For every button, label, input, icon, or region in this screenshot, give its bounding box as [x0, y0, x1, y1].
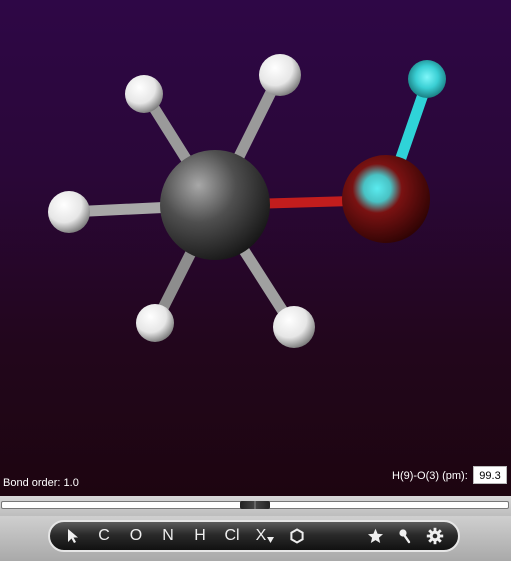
element-more-label: X — [255, 527, 267, 544]
element-button-nitrogen[interactable]: N — [152, 524, 184, 548]
measurement-value-field[interactable]: 99.3 — [473, 466, 507, 484]
atom-hydrogen-bottom-right[interactable] — [273, 306, 315, 348]
caret-down-icon — [267, 537, 275, 543]
element-button-carbon[interactable]: C — [88, 524, 120, 548]
atom-hydrogen-top-left[interactable] — [125, 75, 163, 113]
cursor-arrow-icon[interactable] — [58, 524, 88, 548]
atom-hydrogen-selected[interactable] — [408, 60, 446, 98]
wand-icon[interactable] — [390, 524, 420, 548]
element-button-hydrogen[interactable]: H — [184, 524, 216, 548]
molecule-canvas[interactable] — [0, 0, 511, 496]
atom-hydrogen-top-right[interactable] — [259, 54, 301, 96]
element-button-oxygen[interactable]: O — [120, 524, 152, 548]
atom-hydrogen-bottom-left[interactable] — [136, 304, 174, 342]
toolbar-area: C O N H Cl X — [0, 516, 511, 561]
measurement-slider-bar — [0, 496, 511, 516]
element-button-more[interactable]: X — [248, 524, 282, 548]
measurement-slider-thumb[interactable] — [240, 501, 270, 509]
element-toolbar: C O N H Cl X — [48, 520, 460, 552]
measurement-label: H(9)-O(3) (pm): — [392, 470, 468, 482]
bond-order-readout: Bond order: 1.0 — [3, 477, 79, 489]
atom-oxygen[interactable] — [342, 155, 430, 243]
star-icon[interactable] — [360, 524, 390, 548]
atom-hydrogen-left[interactable] — [48, 191, 90, 233]
element-button-chlorine[interactable]: Cl — [216, 524, 248, 548]
molecule-viewport[interactable]: Bond order: 1.0 H(9)-O(3) (pm): 99.3 — [0, 0, 511, 496]
hexagon-icon[interactable] — [282, 524, 312, 548]
gear-icon[interactable] — [420, 524, 450, 548]
atom-carbon[interactable] — [160, 150, 270, 260]
